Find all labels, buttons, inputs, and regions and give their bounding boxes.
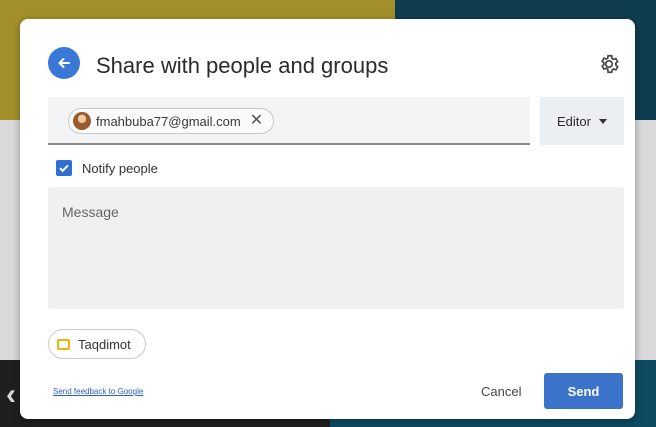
back-button[interactable]: [48, 47, 80, 79]
recipient-input[interactable]: fmahbuba77@gmail.com ✕: [48, 97, 530, 145]
avatar: [73, 112, 91, 130]
role-select[interactable]: Editor: [540, 97, 624, 145]
chevron-down-icon: [598, 118, 607, 124]
gear-icon[interactable]: [598, 53, 620, 75]
notify-checkbox[interactable]: [56, 160, 72, 176]
role-select-value: Editor: [557, 113, 591, 129]
arrow-left-icon: [58, 58, 70, 68]
share-dialog: Share with people and groups fmahbuba77@…: [20, 19, 635, 419]
attachment-label: Taqdimot: [78, 336, 131, 352]
cancel-button[interactable]: Cancel: [475, 374, 527, 408]
close-icon[interactable]: ✕: [250, 113, 263, 129]
chevron-left-icon: ‹: [6, 378, 16, 411]
dialog-title: Share with people and groups: [96, 53, 389, 78]
send-button[interactable]: Send: [544, 373, 623, 409]
message-textarea[interactable]: Message: [48, 187, 624, 309]
slides-icon: [57, 338, 70, 350]
notify-label: Notify people: [82, 160, 158, 176]
notify-row: Notify people: [56, 160, 158, 176]
message-placeholder: Message: [62, 204, 119, 220]
recipient-chip[interactable]: fmahbuba77@gmail.com ✕: [68, 108, 275, 134]
feedback-link[interactable]: Send feedback to Google: [53, 387, 143, 396]
checkmark-icon: [59, 164, 69, 173]
attachment-chip[interactable]: Taqdimot: [48, 329, 146, 359]
recipient-email: fmahbuba77@gmail.com: [96, 113, 241, 129]
